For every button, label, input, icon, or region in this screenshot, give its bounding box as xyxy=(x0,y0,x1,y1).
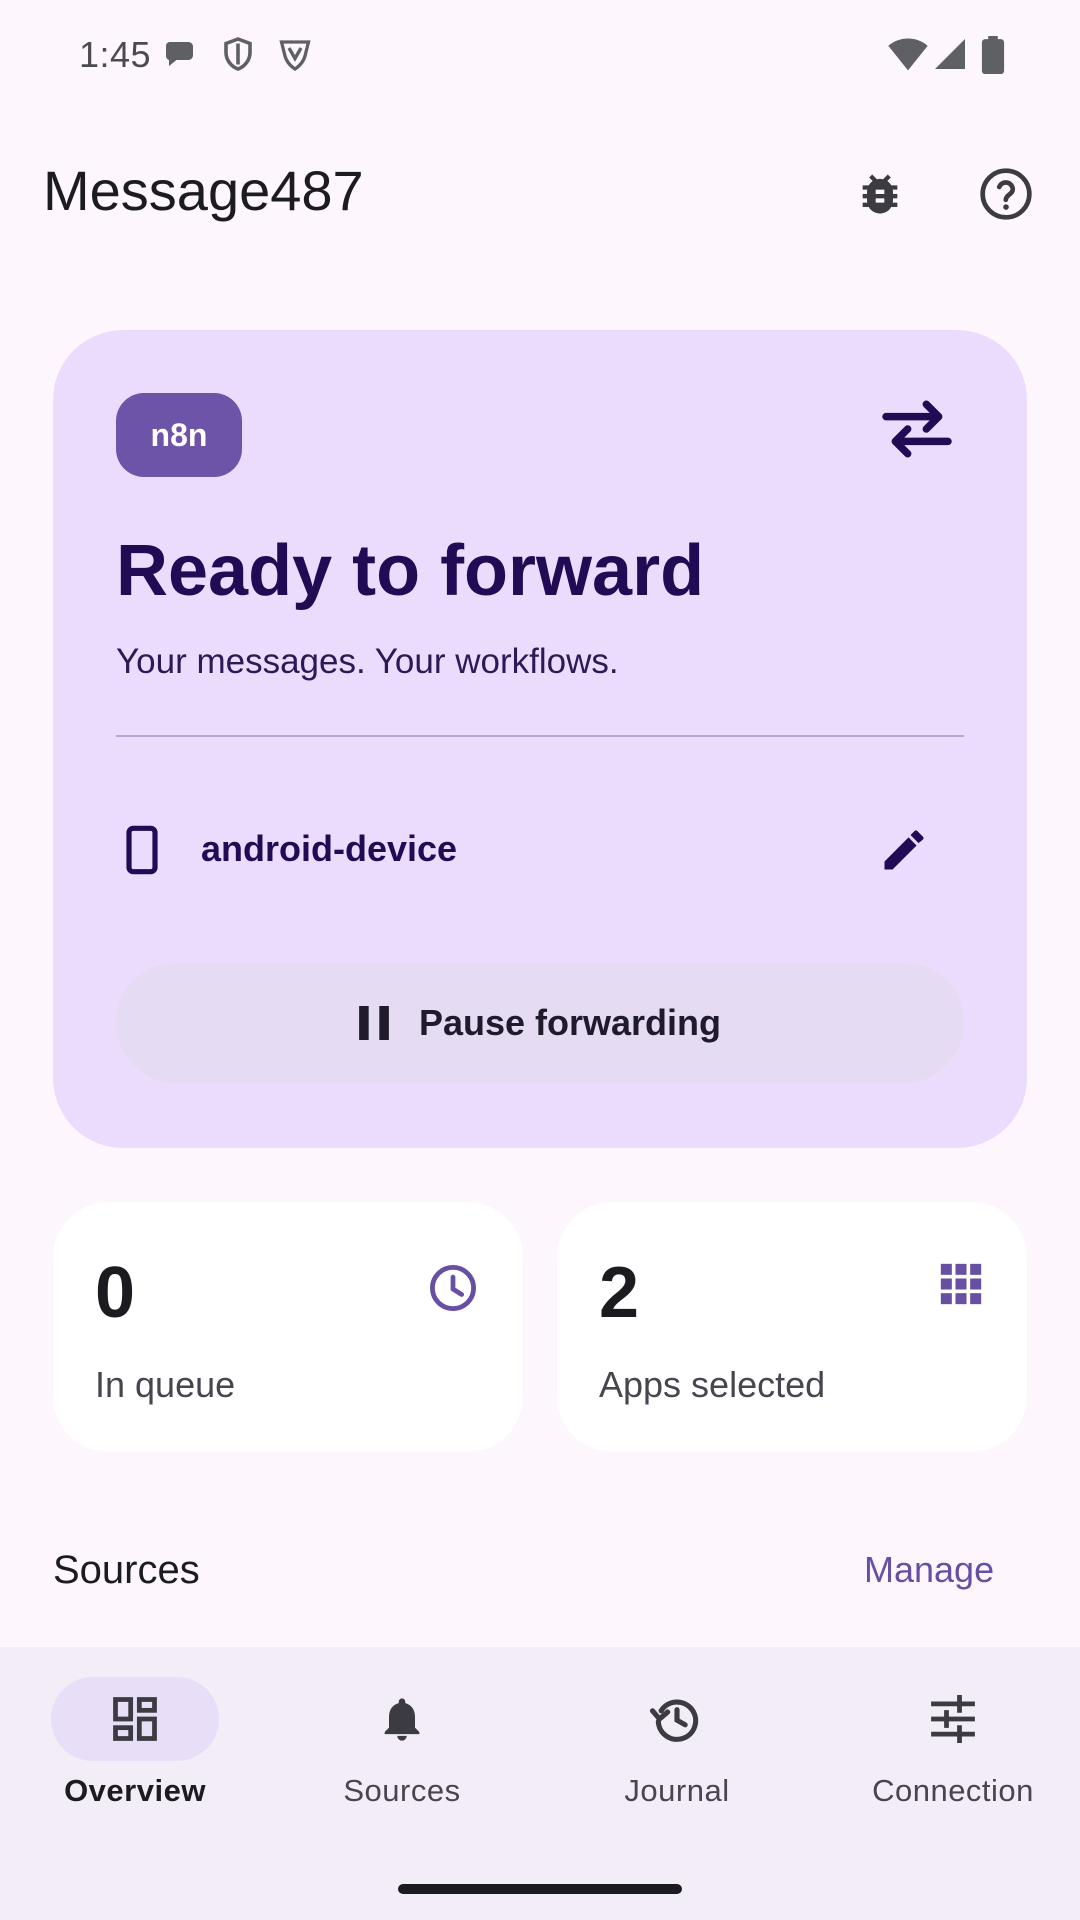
pause-forwarding-label: Pause forwarding xyxy=(418,1002,722,1043)
help-button[interactable] xyxy=(970,158,1042,230)
phone-icon xyxy=(126,825,158,875)
swap-arrows-icon xyxy=(882,400,952,458)
nav-icon-container xyxy=(869,1677,1037,1761)
nav-item-sources[interactable]: Sources xyxy=(267,1677,537,1827)
nav-active-indicator xyxy=(51,1677,219,1761)
status-card: n8n Ready to forward Your messages. Your… xyxy=(53,330,1027,1148)
nav-item-connection[interactable]: Connection xyxy=(818,1677,1080,1827)
nav-label-overview: Overview xyxy=(64,1773,206,1808)
signal-icon xyxy=(935,39,965,69)
nav-icon-container xyxy=(318,1677,486,1761)
pencil-icon xyxy=(884,830,924,870)
history-icon xyxy=(649,1699,699,1742)
nav-icon-container xyxy=(593,1677,761,1761)
queue-label: In queue xyxy=(95,1364,236,1405)
edit-device-button[interactable] xyxy=(868,814,940,886)
pause-forwarding-button[interactable]: Pause forwarding xyxy=(116,963,964,1083)
pause-icon xyxy=(359,1006,389,1040)
hero-subtitle: Your messages. Your workflows. xyxy=(116,642,619,681)
chat-bubble-icon xyxy=(165,42,193,66)
swap-button[interactable] xyxy=(879,398,955,465)
dashboard-icon xyxy=(113,1697,157,1741)
tune-icon xyxy=(931,1694,975,1744)
nav-label-sources: Sources xyxy=(343,1773,461,1808)
debug-button[interactable] xyxy=(844,158,916,230)
bell-icon xyxy=(384,1698,420,1741)
apps-label: Apps selected xyxy=(599,1364,826,1405)
n8n-badge: n8n xyxy=(116,393,242,477)
home-indicator[interactable] xyxy=(398,1884,682,1894)
help-icon xyxy=(980,168,1032,220)
battery-icon xyxy=(981,36,1005,74)
apps-grid-icon xyxy=(940,1263,982,1305)
apps-stat-card: 2 Apps selected xyxy=(557,1202,1027,1452)
hero-title: Ready to forward xyxy=(116,531,705,611)
divider xyxy=(116,735,964,737)
queue-stat-card: 0 In queue xyxy=(53,1202,523,1452)
sources-title: Sources xyxy=(53,1548,200,1592)
device-name: android-device xyxy=(201,828,458,869)
shield-icon xyxy=(224,37,252,71)
vpn-shield-icon xyxy=(279,40,311,71)
manage-sources-link[interactable]: Manage xyxy=(864,1549,994,1591)
clock-icon xyxy=(430,1265,476,1311)
nav-item-overview[interactable]: Overview xyxy=(0,1677,270,1827)
bottom-navigation: Overview Sources Journal Connection xyxy=(0,1647,1080,1920)
nav-label-connection: Connection xyxy=(872,1773,1034,1808)
apps-count: 2 xyxy=(599,1253,640,1333)
queue-count: 0 xyxy=(95,1253,136,1333)
nav-item-journal[interactable]: Journal xyxy=(542,1677,812,1827)
bug-icon xyxy=(862,174,898,214)
status-time: 1:45 xyxy=(79,34,152,75)
wifi-icon xyxy=(888,38,928,71)
nav-label-journal: Journal xyxy=(624,1773,730,1808)
app-title: Message487 xyxy=(43,159,364,222)
